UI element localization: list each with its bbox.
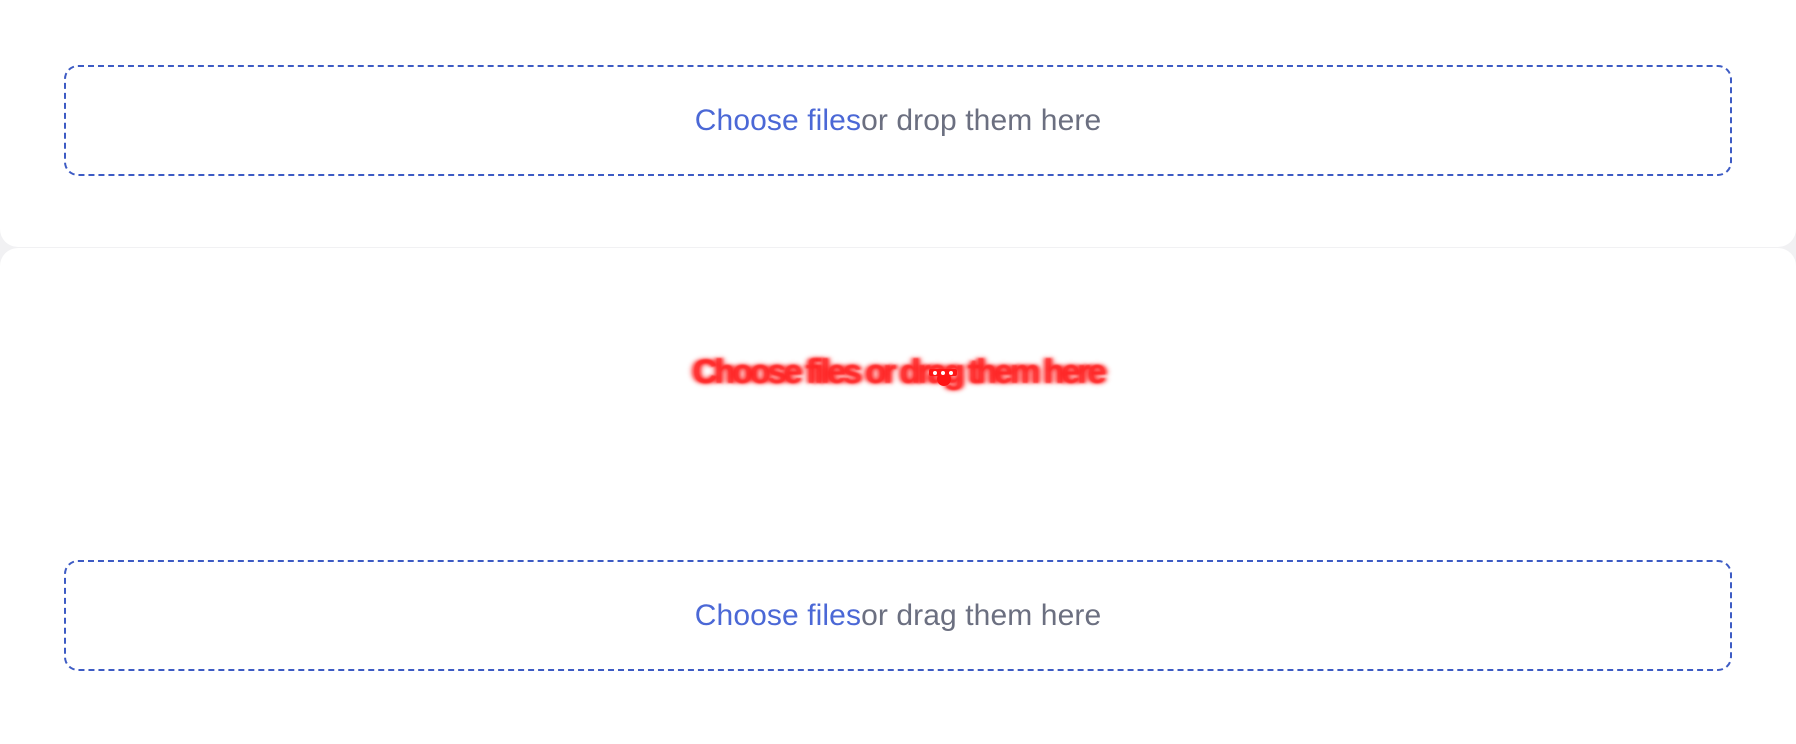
dropzone-helper-text: or drag them here [861,598,1102,632]
file-dropzone-top[interactable]: Choose files or drop them here [64,65,1732,176]
upload-card-top: Choose files or drop them here [0,0,1796,247]
file-dropzone-bottom[interactable]: Choose files or drag them here [64,560,1732,671]
dropzone-helper-text: or drop them here [861,103,1102,137]
drag-ghost-text: Choose files or drag them here [692,352,1107,391]
upload-card-bottom: Choose files or drag them here Choose fi… [0,248,1796,744]
choose-files-link[interactable]: Choose files [695,104,861,138]
choose-files-link[interactable]: Choose files [695,599,861,633]
drag-cursor-icon [929,369,957,386]
